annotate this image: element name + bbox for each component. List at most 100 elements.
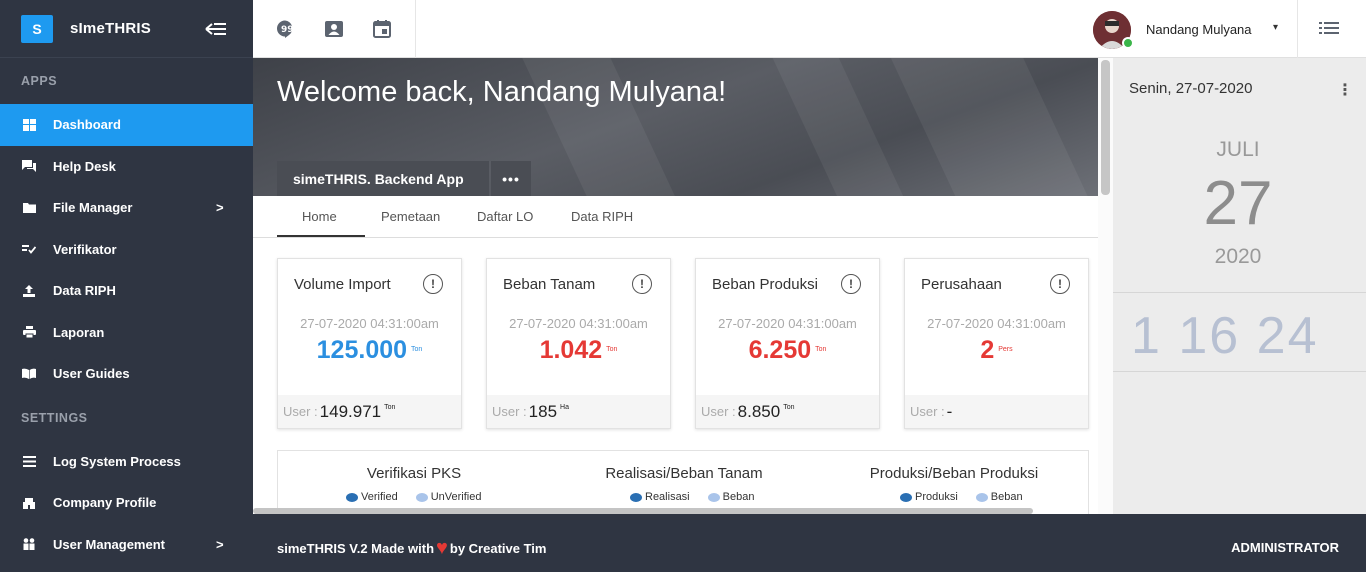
sidebar-item-user-guides[interactable]: User Guides (0, 353, 253, 395)
legend-item[interactable]: Realisasi (630, 491, 690, 503)
card-value-number: 6.250 (748, 336, 812, 364)
contact-card-icon[interactable] (324, 19, 344, 39)
card-footer-unit: Ton (384, 404, 396, 411)
sidebar-item-label: File Manager (53, 200, 133, 216)
card-title: Perusahaan (921, 276, 1002, 293)
footer-text-before: simeTHRIS V.2 Made with (277, 541, 435, 556)
sidebar-item-laporan[interactable]: Laporan (0, 312, 253, 354)
card-footer-value: 8.850 (737, 401, 781, 421)
user-role: ADMINISTRATOR (1231, 540, 1339, 555)
dashboard-icon (22, 118, 36, 132)
card-footer-value: 185 (528, 401, 558, 421)
app-root: S sImeTHRIS APPS Dashboard Help Desk Fil… (0, 0, 1366, 572)
check-list-icon (22, 242, 36, 256)
sidebar-item-dashboard[interactable]: Dashboard (0, 104, 253, 146)
more-options-button[interactable]: ••• (491, 161, 531, 196)
tab-daftar-lo[interactable]: Daftar LO (477, 209, 533, 224)
chevron-right-icon: > (216, 200, 224, 216)
active-tab-indicator (277, 235, 365, 237)
calendar-year: 2020 (1214, 245, 1262, 268)
legend-label: Produksi (915, 491, 958, 503)
info-icon[interactable]: ! (1050, 274, 1070, 294)
sidebar-item-help-desk[interactable]: Help Desk (0, 146, 253, 188)
chat-bubble-icon[interactable]: 99 (275, 19, 295, 39)
card-footer-value: - (946, 401, 953, 421)
brand[interactable]: S sImeTHRIS (0, 0, 253, 58)
collapse-sidebar-icon[interactable] (204, 20, 228, 38)
card-title: Volume Import (294, 276, 391, 293)
panel-divider (1113, 371, 1366, 372)
printer-icon (22, 325, 36, 339)
sidebar-item-user-management[interactable]: User Management > (0, 524, 253, 566)
svg-text:99: 99 (281, 25, 294, 35)
legend-label: Beban (722, 491, 755, 503)
chart-title-produksi: Produksi/Beban Produksi (869, 465, 1039, 482)
chart-title-realisasi: Realisasi/Beban Tanam (605, 465, 763, 482)
legend-item[interactable]: UnVerified (415, 491, 481, 503)
user-name[interactable]: Nandang Mulyana (1146, 22, 1252, 37)
card-footer-label: User : (701, 404, 736, 419)
brand-name: sImeTHRIS (70, 20, 151, 37)
sidebar-item-file-manager[interactable]: File Manager > (0, 187, 253, 229)
building-icon (22, 496, 36, 510)
card-footer-label: User : (910, 404, 945, 419)
tab-pemetaan[interactable]: Pemetaan (381, 209, 440, 224)
vertical-scrollbar-thumb[interactable] (1101, 60, 1110, 195)
caret-down-icon[interactable]: ▾ (1273, 22, 1278, 33)
stat-card-beban-produksi: Beban Produksi ! 27-07-2020 04:31:00am 6… (695, 258, 880, 429)
sidebar: S sImeTHRIS APPS Dashboard Help Desk Fil… (0, 0, 253, 572)
sidebar-item-label: Company Profile (53, 495, 157, 511)
legend-item[interactable]: Verified (346, 491, 398, 503)
heart-icon: ♥ (436, 537, 448, 559)
sidebar-item-label: Log System Process (53, 453, 181, 469)
chevron-right-icon: > (216, 536, 224, 552)
folder-icon (22, 201, 36, 215)
sidebar-item-data-riph[interactable]: Data RIPH (0, 270, 253, 312)
card-value: 125.000 Ton (278, 336, 461, 365)
topbar: 99 Nandang Mulyana ▾ (253, 0, 1366, 58)
card-title: Beban Produksi (712, 276, 818, 293)
upload-icon (22, 284, 36, 298)
footer-text-after[interactable]: by Creative Tim (450, 541, 547, 556)
card-value-number: 2 (980, 336, 995, 364)
sidebar-item-verifikator[interactable]: Verifikator (0, 229, 253, 271)
tab-data-riph[interactable]: Data RIPH (571, 209, 633, 224)
legend-item[interactable]: Beban (707, 491, 755, 503)
calendar-icon[interactable] (372, 19, 392, 39)
legend-item[interactable]: Produksi (900, 491, 958, 503)
info-icon[interactable]: ! (632, 274, 652, 294)
brand-logo: S (21, 14, 53, 43)
sidebar-item-label: Data RIPH (53, 283, 116, 299)
legend-item[interactable]: Beban (975, 491, 1023, 503)
users-icon (22, 537, 36, 551)
digital-clock: 1 16 24 (1131, 307, 1319, 365)
stat-card-beban-tanam: Beban Tanam ! 27-07-2020 04:31:00am 1.04… (486, 258, 671, 429)
current-date: Senin, 27-07-2020 (1129, 80, 1253, 97)
info-icon[interactable]: ! (423, 274, 443, 294)
sidebar-item-company-profile[interactable]: Company Profile (0, 482, 253, 524)
card-value-unit: Ton (606, 346, 618, 353)
stat-card-volume-import: Volume Import ! 27-07-2020 04:31:00am 12… (277, 258, 462, 429)
sidebar-item-label: Help Desk (53, 158, 116, 174)
chart-legend: Verified UnVerified (346, 491, 481, 503)
sidebar-item-log-system-process[interactable]: Log System Process (0, 441, 253, 483)
card-timestamp: 27-07-2020 04:31:00am (718, 316, 857, 331)
app-tab[interactable]: simeTHRIS. Backend App (277, 161, 489, 196)
card-value: 2 Pers (905, 336, 1088, 365)
chat-icon (22, 159, 36, 173)
tab-home[interactable]: Home (302, 209, 337, 224)
card-timestamp: 27-07-2020 04:31:00am (300, 316, 439, 331)
sidebar-item-label: User Guides (53, 366, 130, 382)
more-vertical-icon[interactable]: ⋮ (1337, 80, 1353, 100)
book-icon (22, 367, 36, 381)
apps-section-title: APPS (21, 74, 58, 88)
charts-panel: Verifikasi PKS Verified UnVerified Reali… (277, 450, 1089, 514)
list-menu-icon[interactable] (1319, 19, 1341, 37)
settings-section-title: SETTINGS (21, 410, 88, 425)
legend-label: Beban (990, 491, 1023, 503)
card-value-unit: Pers (998, 346, 1013, 353)
footer-credit: simeTHRIS V.2 Made with ♥ by Creative Ti… (277, 537, 547, 559)
info-icon[interactable]: ! (841, 274, 861, 294)
card-footer-unit: Ton (783, 404, 795, 411)
card-timestamp: 27-07-2020 04:31:00am (509, 316, 648, 331)
